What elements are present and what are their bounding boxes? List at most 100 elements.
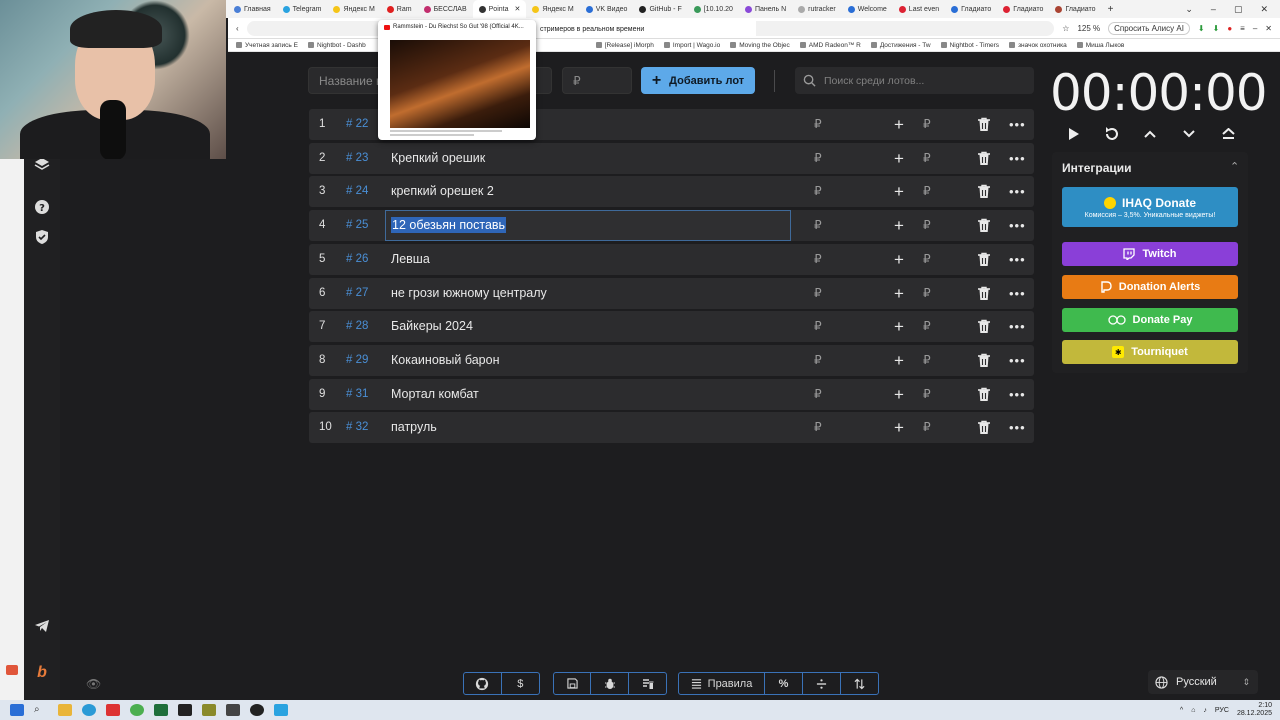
add-amount-icon[interactable]: + <box>894 210 904 241</box>
more-options-icon[interactable]: ••• <box>1009 278 1026 309</box>
lot-row[interactable]: 8 # 29 Кокаиновый барон ₽ + ₽ ••• <box>309 344 1034 376</box>
github-button[interactable] <box>464 673 502 694</box>
divide-button[interactable] <box>803 673 841 694</box>
more-options-icon[interactable]: ••• <box>1009 210 1026 241</box>
lot-row[interactable]: 6 # 27 не грози южному централу ₽ + ₽ ••• <box>309 277 1034 309</box>
lot-id[interactable]: # 31 <box>346 379 368 410</box>
lot-id[interactable]: # 23 <box>346 143 368 174</box>
help-icon[interactable]: ? <box>33 198 51 216</box>
browser-tab[interactable]: Гладиато <box>1049 0 1101 18</box>
more-options-icon[interactable]: ••• <box>1009 244 1026 275</box>
donate-pay-button[interactable]: Donate Pay <box>1062 308 1238 332</box>
donation-alerts-button[interactable]: Donation Alerts <box>1062 275 1238 299</box>
close-tab-icon[interactable]: ✕ <box>515 5 521 13</box>
lot-name[interactable]: не грози южному централу <box>391 278 547 309</box>
app-icon[interactable] <box>154 704 168 716</box>
volume-icon[interactable]: ♪ <box>1203 707 1207 714</box>
trash-icon[interactable] <box>977 387 991 402</box>
zoom-level[interactable]: 125 % <box>1077 24 1100 33</box>
app-icon[interactable] <box>202 704 216 716</box>
tray-chevron-icon[interactable]: ^ <box>1180 707 1183 714</box>
trash-icon[interactable] <box>977 218 991 233</box>
browser-tab[interactable]: Welcome <box>842 0 893 18</box>
close-window-icon[interactable]: ✕ <box>1260 4 1268 15</box>
language-select[interactable]: Русский ⇕ <box>1148 670 1258 694</box>
close-window-icon[interactable]: ✕ <box>1265 24 1272 33</box>
bookmark-item[interactable]: Nightbot - Timers <box>940 42 999 49</box>
yandex-icon[interactable] <box>106 704 120 716</box>
trash-icon[interactable] <box>977 319 991 334</box>
bookmark-item[interactable]: Миша Лыков <box>1076 42 1124 49</box>
lot-id[interactable]: # 24 <box>346 176 368 207</box>
alice-button[interactable]: Спросить Алису AI <box>1108 21 1190 35</box>
lot-name[interactable]: Байкеры 2024 <box>391 311 473 342</box>
double-chevron-up-icon[interactable] <box>1217 124 1239 144</box>
lot-amount-field[interactable]: ₽ <box>814 244 822 275</box>
sort-button[interactable] <box>841 673 878 694</box>
add-amount-field[interactable]: ₽ <box>923 109 931 140</box>
lot-amount-field[interactable]: ₽ <box>814 278 822 309</box>
add-amount-icon[interactable]: + <box>894 379 904 410</box>
app-icon[interactable] <box>250 704 264 716</box>
browser-tab[interactable]: [10.10.20 <box>688 0 739 18</box>
lot-row[interactable]: 2 # 23 Крепкий орешик ₽ + ₽ ••• <box>309 142 1034 174</box>
bookmark-item[interactable]: [Release] iMorph <box>595 42 654 49</box>
lot-row[interactable]: 5 # 26 Левша ₽ + ₽ ••• <box>309 243 1034 275</box>
lot-row[interactable]: 3 # 24 крепкий орешек 2 ₽ + ₽ ••• <box>309 176 1034 208</box>
add-amount-field[interactable]: ₽ <box>923 176 931 207</box>
add-amount-icon[interactable]: + <box>894 143 904 174</box>
more-options-icon[interactable]: ••• <box>1009 379 1026 410</box>
lot-row[interactable]: 9 # 31 Мортал комбат ₽ + ₽ ••• <box>309 378 1034 410</box>
browser-tab[interactable]: Панель N <box>739 0 792 18</box>
more-options-icon[interactable]: ••• <box>1009 345 1026 376</box>
lot-amount-field[interactable]: ₽ <box>814 345 822 376</box>
extension-icon[interactable]: ● <box>1227 24 1232 33</box>
lot-amount-field[interactable]: ₽ <box>814 412 822 443</box>
lot-id[interactable]: # 28 <box>346 311 368 342</box>
trash-icon[interactable] <box>977 117 991 132</box>
add-amount-icon[interactable]: + <box>894 412 904 443</box>
add-amount-field[interactable]: ₽ <box>923 345 931 376</box>
add-amount-icon[interactable]: + <box>894 109 904 140</box>
twitch-button[interactable]: Twitch <box>1062 242 1238 266</box>
browser-tab[interactable]: VK Видео <box>580 0 634 18</box>
bookmark-item[interactable]: Nightbot - Dashb <box>307 42 366 49</box>
lot-row[interactable]: 7 # 28 Байкеры 2024 ₽ + ₽ ••• <box>309 311 1034 343</box>
browser-tab[interactable]: БЕССЛАВ <box>418 0 473 18</box>
file-explorer-icon[interactable] <box>58 704 72 716</box>
chrome-icon[interactable] <box>130 704 144 716</box>
lot-name[interactable]: Кокаиновый барон <box>391 345 499 376</box>
bookmark-item[interactable]: Import | Wago.io <box>663 42 720 49</box>
browser-tab[interactable]: Telegram <box>277 0 328 18</box>
ihaq-donate-button[interactable]: IHAQ Donate Комиссия – 3,5%. Уникальные … <box>1062 187 1238 227</box>
lot-id[interactable]: # 29 <box>346 345 368 376</box>
lot-search-input[interactable]: Поиск среди лотов... <box>795 67 1034 94</box>
rules-button[interactable]: Правила <box>679 673 765 694</box>
add-amount-icon[interactable]: + <box>894 244 904 275</box>
trash-icon[interactable] <box>977 286 991 301</box>
lot-id[interactable]: # 26 <box>346 244 368 275</box>
bookmark-item[interactable]: Moving the Objec <box>730 42 790 49</box>
add-amount-field[interactable]: ₽ <box>923 244 931 275</box>
browser-tab[interactable]: Главная <box>228 0 277 18</box>
lot-amount-field[interactable]: ₽ <box>814 311 822 342</box>
telegram-icon[interactable] <box>33 617 51 635</box>
browser-tab[interactable]: Ram <box>381 0 418 18</box>
edge-icon[interactable] <box>82 704 96 716</box>
shield-icon[interactable] <box>33 228 51 246</box>
clear-lots-button[interactable] <box>629 673 666 694</box>
trash-icon[interactable] <box>977 420 991 435</box>
add-amount-icon[interactable]: + <box>894 345 904 376</box>
add-amount-field[interactable]: ₽ <box>923 412 931 443</box>
lot-name[interactable]: Крепкий орешик <box>391 143 485 174</box>
lot-id[interactable]: # 32 <box>346 412 368 443</box>
minimize-icon[interactable]: – <box>1211 4 1216 14</box>
tourniquet-button[interactable]: ✱ Tourniquet <box>1062 340 1238 364</box>
add-amount-icon[interactable]: + <box>894 278 904 309</box>
trash-icon[interactable] <box>977 184 991 199</box>
lot-amount-field[interactable]: ₽ <box>814 176 822 207</box>
lot-amount-field[interactable]: ₽ <box>814 379 822 410</box>
lot-name[interactable]: Левша <box>391 244 430 275</box>
chevron-up-icon[interactable]: ⌃ <box>1230 160 1239 173</box>
bookmark-item[interactable]: значок охотника <box>1009 42 1067 49</box>
